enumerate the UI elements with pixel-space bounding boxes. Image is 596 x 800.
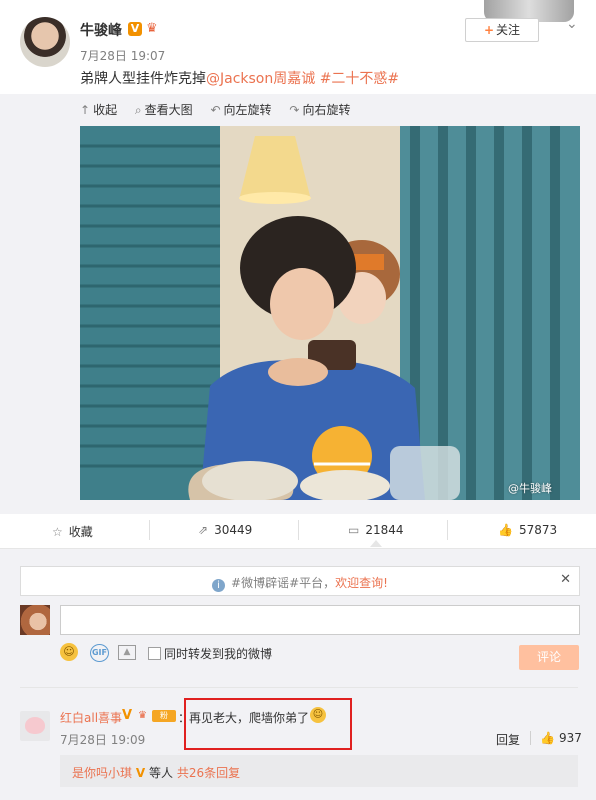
- my-avatar: [20, 605, 50, 635]
- submit-comment-button[interactable]: 评论: [519, 645, 579, 670]
- author-avatar[interactable]: [20, 17, 70, 67]
- sync-forward-label[interactable]: 同时转发到我的微博: [164, 645, 272, 662]
- comment-action-divider: [530, 731, 531, 745]
- commenter-avatar[interactable]: [20, 711, 50, 741]
- thumbs-up-icon: 👍: [498, 523, 513, 537]
- forward-icon: ⇗: [198, 523, 209, 537]
- comment-count: 21844: [365, 523, 404, 537]
- photo-illustration: [80, 126, 580, 500]
- view-all-replies-link[interactable]: 共26条回复: [177, 766, 240, 780]
- reply-button[interactable]: 回复: [496, 731, 520, 748]
- hashtag-link[interactable]: #二十不惑#: [320, 71, 399, 87]
- like-button[interactable]: 👍 57873: [498, 523, 557, 537]
- member-crown-icon: ♛: [146, 21, 158, 36]
- comment-divider: [20, 687, 578, 688]
- action-divider: [298, 520, 299, 540]
- follow-button[interactable]: + 关注: [465, 18, 539, 42]
- rumor-notice: i #微博辟谣#平台，欢迎查询! ✕: [20, 566, 580, 596]
- notice-text: #微博辟谣#平台，: [231, 576, 336, 590]
- verified-v-icon: V: [128, 22, 142, 36]
- close-icon[interactable]: ✕: [560, 572, 571, 587]
- like-count: 57873: [518, 523, 558, 537]
- mention-link[interactable]: @Jackson周嘉诚: [206, 71, 315, 87]
- commenter-name[interactable]: 红白all喜事: [60, 709, 122, 726]
- action-divider: [149, 520, 150, 540]
- forward-count: 30449: [214, 523, 253, 537]
- author-name[interactable]: 牛骏峰: [80, 20, 122, 40]
- comment-input[interactable]: [60, 605, 580, 635]
- comment-button[interactable]: ▭ 21844: [348, 523, 404, 537]
- comment-like-count: 937: [558, 731, 582, 745]
- favorite-button[interactable]: ☆ 收藏: [52, 523, 93, 540]
- image-watermark: @牛骏峰: [508, 482, 552, 495]
- view-large-label: 查看大图: [144, 103, 193, 117]
- rotate-right-icon: ↷: [289, 103, 300, 117]
- comment-panel-caret: [370, 540, 382, 547]
- collapse-button[interactable]: ↑ 收起: [80, 103, 117, 117]
- rotate-left-button[interactable]: ↶ 向左旋转: [210, 103, 271, 117]
- plus-icon: +: [483, 23, 495, 37]
- favorite-label: 收藏: [68, 525, 93, 539]
- post-text-plain: 弟牌人型挂件炸克掉: [80, 71, 206, 87]
- member-crown-icon: ♛: [138, 710, 147, 721]
- rotate-left-label: 向左旋转: [223, 103, 272, 117]
- gif-icon[interactable]: GIF: [90, 644, 109, 662]
- follow-label: 关注: [496, 23, 521, 37]
- thumbs-up-icon: 👍: [540, 731, 555, 745]
- post-text: 弟牌人型挂件炸克掉@Jackson周嘉诚 #二十不惑#: [80, 68, 399, 88]
- sub-reply-user[interactable]: 是你吗小琪: [72, 766, 132, 780]
- comment-like-button[interactable]: 👍 937: [540, 731, 582, 745]
- post-time[interactable]: 7月28日 19:07: [80, 47, 165, 64]
- image-icon[interactable]: ▲: [118, 645, 136, 660]
- collapse-label: 收起: [93, 103, 118, 117]
- chevron-down-icon[interactable]: ⌄: [566, 16, 578, 32]
- verified-v-icon: V: [122, 708, 133, 723]
- pig-avatar-shape: [25, 717, 45, 734]
- sync-forward-checkbox[interactable]: [148, 647, 161, 660]
- comment-time: 7月28日 19:09: [60, 733, 146, 747]
- emoji-icon[interactable]: ☺: [60, 643, 78, 661]
- info-icon: i: [212, 579, 226, 592]
- highlight-box: [184, 698, 352, 750]
- notice-link[interactable]: 欢迎查询!: [335, 576, 388, 590]
- star-icon: ☆: [52, 525, 63, 539]
- image-toolbar: ↑ 收起 ⌕ 查看大图 ↶ 向左旋转 ↷ 向右旋转: [80, 101, 364, 118]
- sub-reply-middle: 等人: [148, 766, 173, 780]
- view-large-button[interactable]: ⌕ 查看大图: [135, 103, 193, 117]
- rotate-right-button[interactable]: ↷ 向右旋转: [289, 103, 350, 117]
- comment-icon: ▭: [348, 523, 360, 537]
- magnifier-icon: ⌕: [134, 103, 142, 117]
- rotate-left-icon: ↶: [210, 103, 221, 117]
- arrow-up-icon: ↑: [80, 103, 91, 117]
- post-photo[interactable]: [80, 126, 580, 500]
- rotate-right-label: 向右旋转: [302, 103, 351, 117]
- verified-v-icon: V: [135, 766, 146, 780]
- action-divider: [447, 520, 448, 540]
- fan-badge-icon: 粉: [152, 710, 176, 722]
- sub-replies-text: 是你吗小琪 V 等人 共26条回复: [72, 764, 240, 781]
- forward-button[interactable]: ⇗ 30449: [198, 523, 252, 537]
